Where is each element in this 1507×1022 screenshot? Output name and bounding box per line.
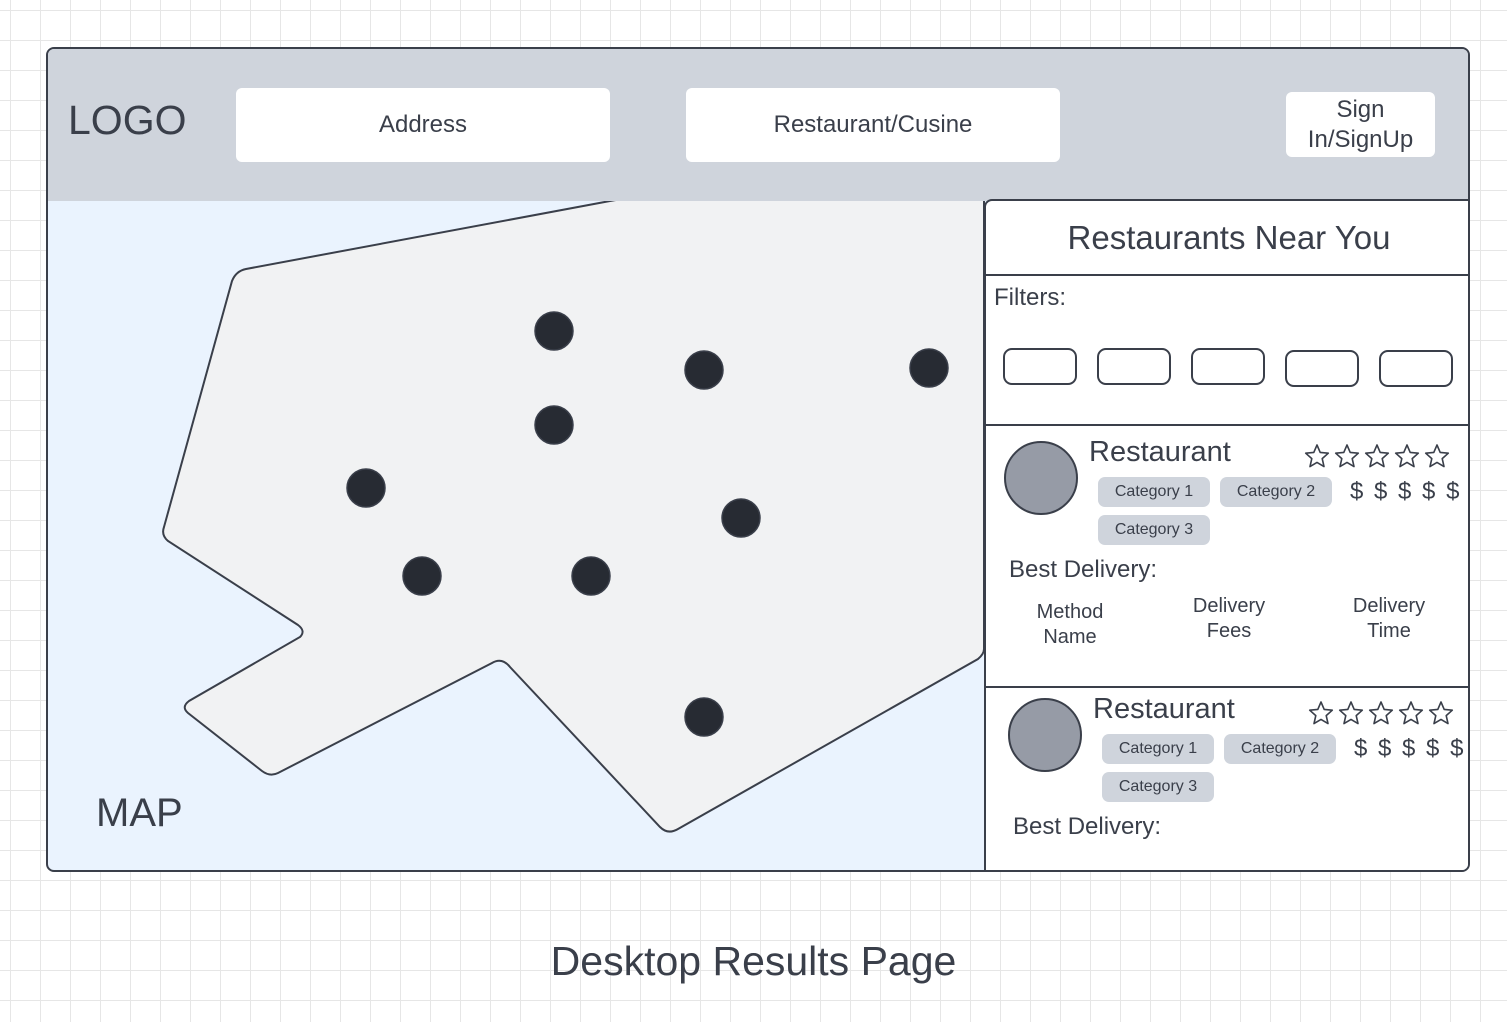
star-icon <box>1364 444 1390 468</box>
restaurant-card[interactable]: Restaurant $ $ $ $ $ Category 1 Category… <box>986 426 1468 688</box>
category-tag[interactable]: Category 2 <box>1224 734 1336 764</box>
results-panel: Restaurants Near You Filters: Restaurant… <box>984 199 1468 870</box>
page-caption: Desktop Results Page <box>550 938 957 984</box>
map-pin-icon[interactable] <box>684 697 724 737</box>
page-frame: MAP LOGO Address Restaurant/Cusine Sign … <box>46 47 1470 872</box>
panel-title: Restaurants Near You <box>986 201 1468 276</box>
category-tag[interactable]: Category 3 <box>1098 515 1210 545</box>
filter-chip-1[interactable] <box>1003 348 1077 385</box>
map-region-shape <box>162 198 985 833</box>
price-level: $ $ $ $ $ <box>1354 735 1466 762</box>
star-icon <box>1424 444 1450 468</box>
rating-stars <box>1304 443 1450 469</box>
category-tag[interactable]: Category 3 <box>1102 772 1214 802</box>
star-icon <box>1308 701 1334 725</box>
map-pin-icon[interactable] <box>534 405 574 445</box>
star-icon <box>1398 701 1424 725</box>
filter-chip-2[interactable] <box>1097 348 1171 385</box>
header-bar: LOGO Address Restaurant/Cusine Sign In/S… <box>48 49 1468 201</box>
price-level: $ $ $ $ $ <box>1350 478 1462 505</box>
restaurant-avatar <box>1004 441 1078 515</box>
filters-label: Filters: <box>994 284 1066 311</box>
restaurant-name[interactable]: Restaurant <box>1093 693 1235 726</box>
filter-chip-5[interactable] <box>1379 350 1453 387</box>
star-icon <box>1428 701 1454 725</box>
filters-section: Filters: <box>986 276 1468 426</box>
star-icon <box>1334 444 1360 468</box>
sign-in-button[interactable]: Sign In/SignUp <box>1286 92 1435 157</box>
star-icon <box>1394 444 1420 468</box>
map-pin-icon[interactable] <box>571 556 611 596</box>
map-label: MAP <box>96 791 183 835</box>
star-icon <box>1338 701 1364 725</box>
restaurant-name[interactable]: Restaurant <box>1089 436 1231 469</box>
best-delivery-label: Best Delivery: <box>1009 556 1158 583</box>
map-pin-icon[interactable] <box>402 556 442 596</box>
map-pin-icon[interactable] <box>909 348 949 388</box>
category-tag[interactable]: Category 1 <box>1102 734 1214 764</box>
address-input[interactable]: Address <box>236 88 610 162</box>
map-pin-icon[interactable] <box>684 350 724 390</box>
restaurant-cuisine-input[interactable]: Restaurant/Cusine <box>686 88 1060 162</box>
restaurant-card[interactable]: Restaurant $ $ $ $ $ Category 1 Category… <box>986 688 1468 870</box>
filter-chip-4[interactable] <box>1285 350 1359 387</box>
restaurant-avatar <box>1008 698 1082 772</box>
delivery-time-column: Delivery Time <box>1352 595 1426 642</box>
map-pin-icon[interactable] <box>721 498 761 538</box>
method-name-column: Method Name <box>1036 601 1104 648</box>
delivery-fees-column: Delivery Fees <box>1192 595 1266 642</box>
best-delivery-label: Best Delivery: <box>1013 813 1162 840</box>
map-pin-icon[interactable] <box>534 311 574 351</box>
star-icon <box>1304 444 1330 468</box>
filter-chip-3[interactable] <box>1191 348 1265 385</box>
category-tag[interactable]: Category 1 <box>1098 477 1210 507</box>
star-icon <box>1368 701 1394 725</box>
logo[interactable]: LOGO <box>68 97 186 144</box>
category-tag[interactable]: Category 2 <box>1220 477 1332 507</box>
rating-stars <box>1308 700 1454 726</box>
map-pin-icon[interactable] <box>346 468 386 508</box>
